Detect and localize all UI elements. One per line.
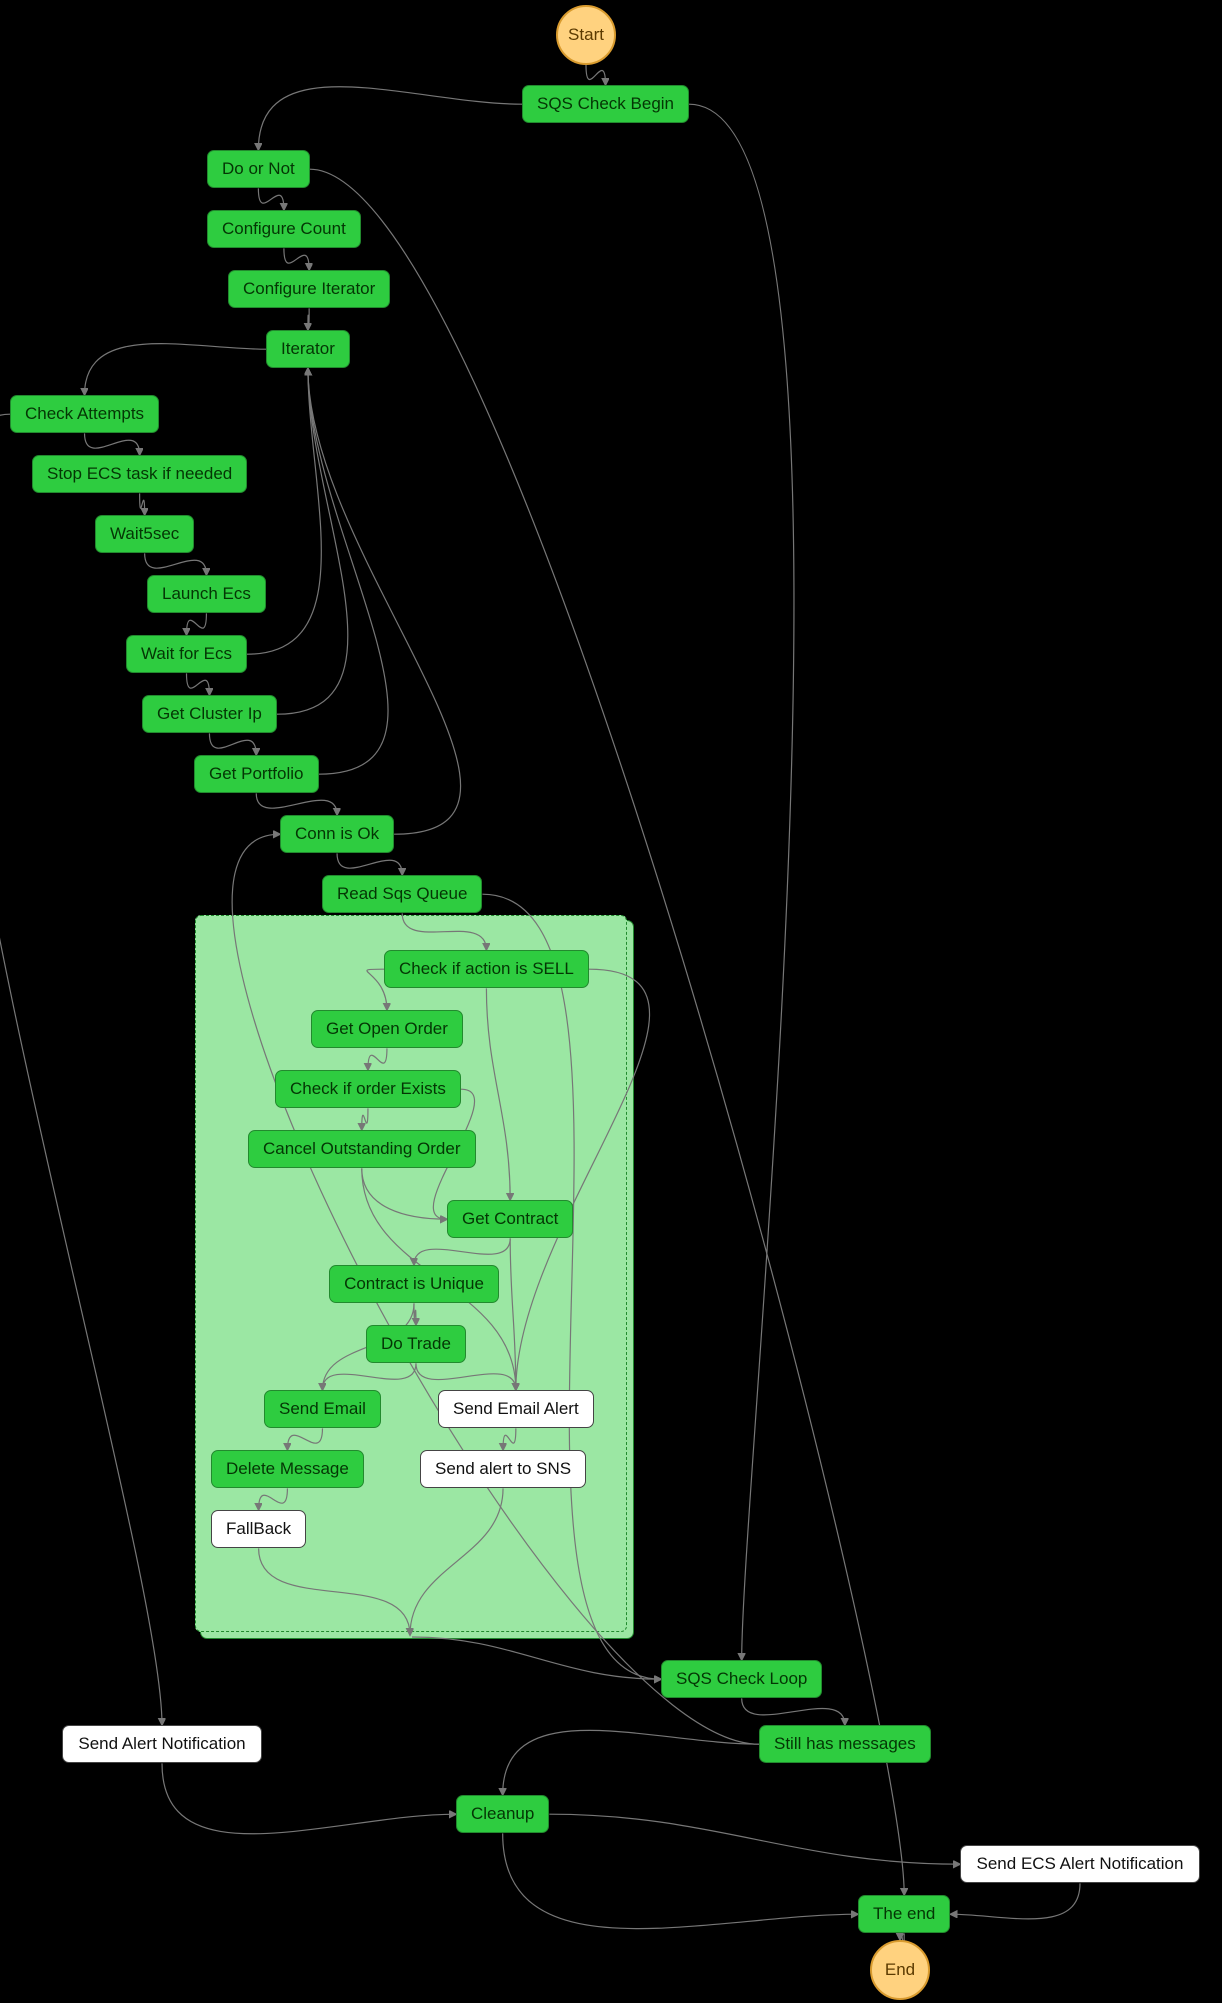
node-get_portfolio: Get Portfolio [194, 755, 319, 793]
edge [689, 104, 794, 1660]
node-check_sell: Check if action is SELL [384, 950, 589, 988]
edge [258, 87, 522, 150]
node-read_sqs: Read Sqs Queue [322, 875, 482, 913]
node-wait5: Wait5sec [95, 515, 194, 553]
edge [187, 673, 210, 695]
edge [209, 733, 256, 755]
edge [277, 368, 348, 714]
node-configure_count: Configure Count [207, 210, 361, 248]
node-check_order_ex: Check if order Exists [275, 1070, 461, 1108]
edge [145, 553, 207, 575]
node-cleanup: Cleanup [456, 1795, 549, 1833]
edge [0, 414, 162, 1725]
node-configure_iter: Configure Iterator [228, 270, 390, 308]
edge [187, 613, 207, 635]
node-wait_for_ecs: Wait for Ecs [126, 635, 247, 673]
edge [308, 368, 388, 774]
node-fallback: FallBack [211, 1510, 306, 1548]
node-send_sns: Send alert to SNS [420, 1450, 586, 1488]
node-send_ecs_alert: Send ECS Alert Notification [960, 1845, 1200, 1883]
edge [337, 853, 402, 875]
edge [549, 1814, 960, 1864]
edge [742, 1698, 845, 1725]
node-send_email: Send Email [264, 1390, 381, 1428]
node-get_open_order: Get Open Order [311, 1010, 463, 1048]
edge [412, 1637, 661, 1679]
node-stop_ecs: Stop ECS task if needed [32, 455, 247, 493]
edge [85, 433, 140, 455]
node-end: End [870, 1940, 930, 2000]
edge [308, 368, 461, 834]
edge [256, 793, 337, 815]
edge [950, 1883, 1080, 1919]
node-do_or_not: Do or Not [207, 150, 310, 188]
node-check_attempts: Check Attempts [10, 395, 159, 433]
node-sqs_check_loop: SQS Check Loop [661, 1660, 822, 1698]
node-get_cluster_ip: Get Cluster Ip [142, 695, 277, 733]
flowchart-canvas: Start SQS Check Begin Do or Not Configure C… [0, 0, 1222, 2003]
node-cancel_order: Cancel Outstanding Order [248, 1130, 476, 1168]
node-send_alert_notif: Send Alert Notification [62, 1725, 262, 1763]
edge [284, 248, 309, 270]
edge [85, 344, 266, 395]
node-get_contract: Get Contract [447, 1200, 573, 1238]
edge [586, 65, 606, 85]
node-iterator: Iterator [266, 330, 350, 368]
node-contract_unique: Contract is Unique [329, 1265, 499, 1303]
node-do_trade: Do Trade [366, 1325, 466, 1363]
node-still_messages: Still has messages [759, 1725, 931, 1763]
edge [503, 1833, 858, 1928]
edge [308, 308, 309, 330]
node-send_email_alert: Send Email Alert [438, 1390, 594, 1428]
node-delete_message: Delete Message [211, 1450, 364, 1488]
edge [503, 1730, 759, 1795]
edge [140, 493, 145, 515]
node-the_end: The end [858, 1895, 950, 1933]
node-launch_ecs: Launch Ecs [147, 575, 266, 613]
node-conn_ok: Conn is Ok [280, 815, 394, 853]
node-sqs_check_begin: SQS Check Begin [522, 85, 689, 123]
edge [258, 188, 284, 210]
edge [162, 1763, 456, 1833]
node-start: Start [556, 5, 616, 65]
